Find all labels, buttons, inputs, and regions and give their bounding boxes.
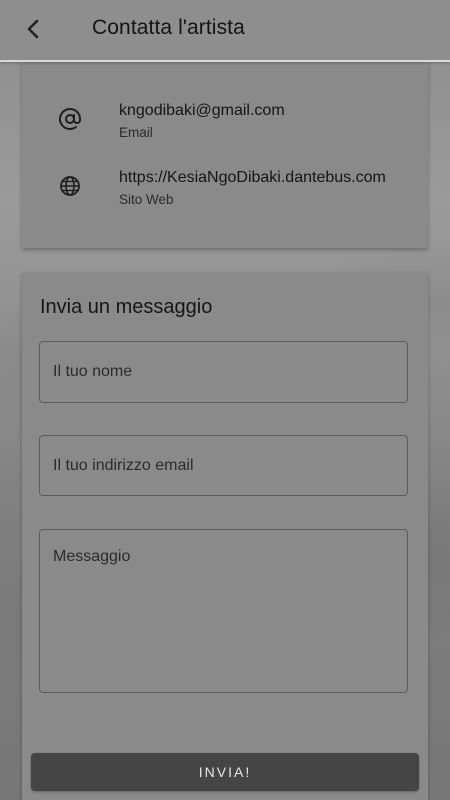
contact-info-card: kngodibaki@gmail.com Email https://Kesia…	[22, 62, 428, 248]
website-label: Sito Web	[119, 192, 174, 207]
app-bar: Contatta l'artista	[0, 0, 450, 62]
back-button[interactable]	[18, 14, 48, 44]
contact-item-website[interactable]: https://KesiaNgoDibaki.dantebus.com Sito…	[22, 169, 428, 219]
form-title: Invia un messaggio	[40, 296, 213, 318]
submit-button[interactable]: INVIA!	[31, 753, 419, 791]
chevron-left-icon	[27, 19, 39, 39]
at-sign-icon	[59, 108, 81, 130]
name-input[interactable]	[39, 341, 408, 403]
message-form-card: Invia un messaggio INVIA!	[22, 272, 428, 800]
website-value[interactable]: https://KesiaNgoDibaki.dantebus.com	[119, 169, 399, 187]
page-title: Contatta l'artista	[92, 16, 245, 39]
contact-item-email[interactable]: kngodibaki@gmail.com Email	[22, 102, 428, 152]
message-textarea[interactable]	[39, 529, 408, 693]
email-value[interactable]: kngodibaki@gmail.com	[119, 102, 399, 120]
email-label: Email	[119, 125, 153, 140]
email-input[interactable]	[39, 435, 408, 496]
globe-icon	[60, 176, 80, 196]
